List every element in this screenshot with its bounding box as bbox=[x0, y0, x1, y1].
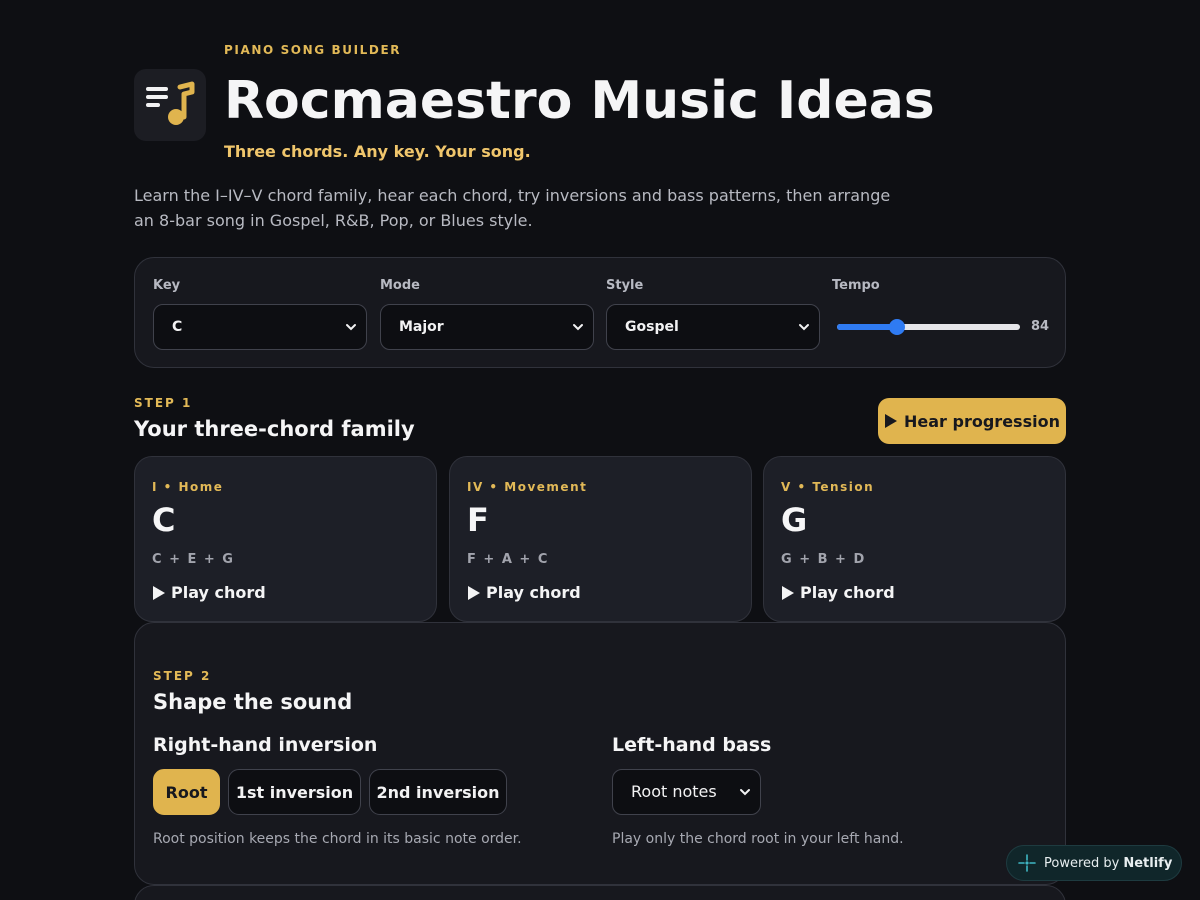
chord-card-iv: IV • Movement F F + A + C Play chord bbox=[449, 456, 752, 622]
play-chord-button[interactable]: Play chord bbox=[781, 583, 895, 602]
style-control: Style Gospel bbox=[606, 278, 820, 350]
inversion-first-button[interactable]: 1st inversion bbox=[228, 769, 361, 815]
chord-name: G bbox=[781, 501, 808, 539]
chord-notes: F + A + C bbox=[467, 552, 549, 567]
key-select[interactable]: C bbox=[153, 304, 367, 350]
tempo-slider-track[interactable] bbox=[837, 324, 1020, 330]
bass-hint: Play only the chord root in your left ha… bbox=[612, 831, 904, 847]
page: PIANO SONG BUILDER Rocmaestro Music Idea… bbox=[0, 0, 1200, 900]
play-chord-label: Play chord bbox=[800, 583, 895, 602]
step2-title: Shape the sound bbox=[153, 690, 353, 714]
music-note-list-icon bbox=[146, 81, 195, 125]
chevron-down-icon bbox=[346, 324, 356, 331]
step2-panel: STEP 2 Shape the sound Right-hand invers… bbox=[134, 622, 1066, 885]
play-icon bbox=[468, 585, 480, 600]
chevron-down-icon bbox=[740, 789, 750, 796]
play-chord-button[interactable]: Play chord bbox=[152, 583, 266, 602]
play-chord-label: Play chord bbox=[171, 583, 266, 602]
step1-title: Your three-chord family bbox=[134, 417, 415, 441]
inversion-second-button[interactable]: 2nd inversion bbox=[369, 769, 507, 815]
key-control: Key C bbox=[153, 278, 367, 350]
next-step-panel bbox=[134, 885, 1066, 900]
play-chord-label: Play chord bbox=[486, 583, 581, 602]
step1-label: STEP 1 bbox=[134, 396, 193, 410]
mode-select[interactable]: Major bbox=[380, 304, 594, 350]
chord-card-v: V • Tension G G + B + D Play chord bbox=[763, 456, 1066, 622]
play-chord-button[interactable]: Play chord bbox=[467, 583, 581, 602]
chevron-down-icon bbox=[573, 324, 583, 331]
bass-title: Left-hand bass bbox=[612, 734, 772, 756]
mode-label: Mode bbox=[380, 278, 420, 293]
badge-brand: Netlify bbox=[1123, 855, 1173, 871]
chord-card-i: I • Home C C + E + G Play chord bbox=[134, 456, 437, 622]
inversion-root-button[interactable]: Root bbox=[153, 769, 220, 815]
bass-select[interactable]: Root notes bbox=[612, 769, 761, 815]
badge-prefix: Powered by bbox=[1044, 855, 1120, 871]
eyebrow: PIANO SONG BUILDER bbox=[224, 43, 402, 57]
tempo-label: Tempo bbox=[832, 278, 880, 293]
tempo-slider-fill bbox=[837, 324, 898, 330]
logo bbox=[134, 69, 206, 141]
style-label: Style bbox=[606, 278, 644, 293]
hear-progression-label: Hear progression bbox=[904, 411, 1060, 431]
step2-label: STEP 2 bbox=[153, 669, 212, 683]
chord-name: C bbox=[152, 501, 176, 539]
key-value: C bbox=[172, 319, 183, 335]
chord-notes: C + E + G bbox=[152, 552, 235, 567]
tempo-slider-thumb[interactable] bbox=[889, 319, 906, 335]
netlify-badge[interactable]: Powered by Netlify bbox=[1006, 845, 1182, 881]
chevron-down-icon bbox=[799, 324, 809, 331]
bass-value: Root notes bbox=[631, 782, 717, 801]
inversion-title: Right-hand inversion bbox=[153, 734, 378, 756]
netlify-logo-icon bbox=[1018, 854, 1036, 872]
key-label: Key bbox=[153, 278, 181, 293]
tagline: Three chords. Any key. Your song. bbox=[224, 142, 531, 161]
mode-control: Mode Major bbox=[380, 278, 594, 350]
chord-role: V • Tension bbox=[781, 480, 875, 494]
chord-role: I • Home bbox=[152, 480, 224, 494]
chord-name: F bbox=[467, 501, 489, 539]
style-select[interactable]: Gospel bbox=[606, 304, 820, 350]
play-icon bbox=[782, 585, 794, 600]
style-value: Gospel bbox=[625, 319, 679, 335]
play-icon bbox=[153, 585, 165, 600]
controls-panel: Key C Mode Major Style Gospel Tempo 84 bbox=[134, 257, 1066, 368]
chord-role: IV • Movement bbox=[467, 480, 588, 494]
play-icon bbox=[885, 414, 898, 428]
mode-value: Major bbox=[399, 319, 444, 335]
chord-notes: G + B + D bbox=[781, 552, 866, 567]
hear-progression-button[interactable]: Hear progression bbox=[878, 398, 1066, 444]
page-title: Rocmaestro Music Ideas bbox=[224, 71, 935, 131]
inversion-hint: Root position keeps the chord in its bas… bbox=[153, 831, 522, 847]
tempo-control: Tempo bbox=[832, 278, 880, 296]
intro-text: Learn the I–IV–V chord family, hear each… bbox=[134, 186, 891, 230]
tempo-value: 84 bbox=[1031, 319, 1050, 334]
